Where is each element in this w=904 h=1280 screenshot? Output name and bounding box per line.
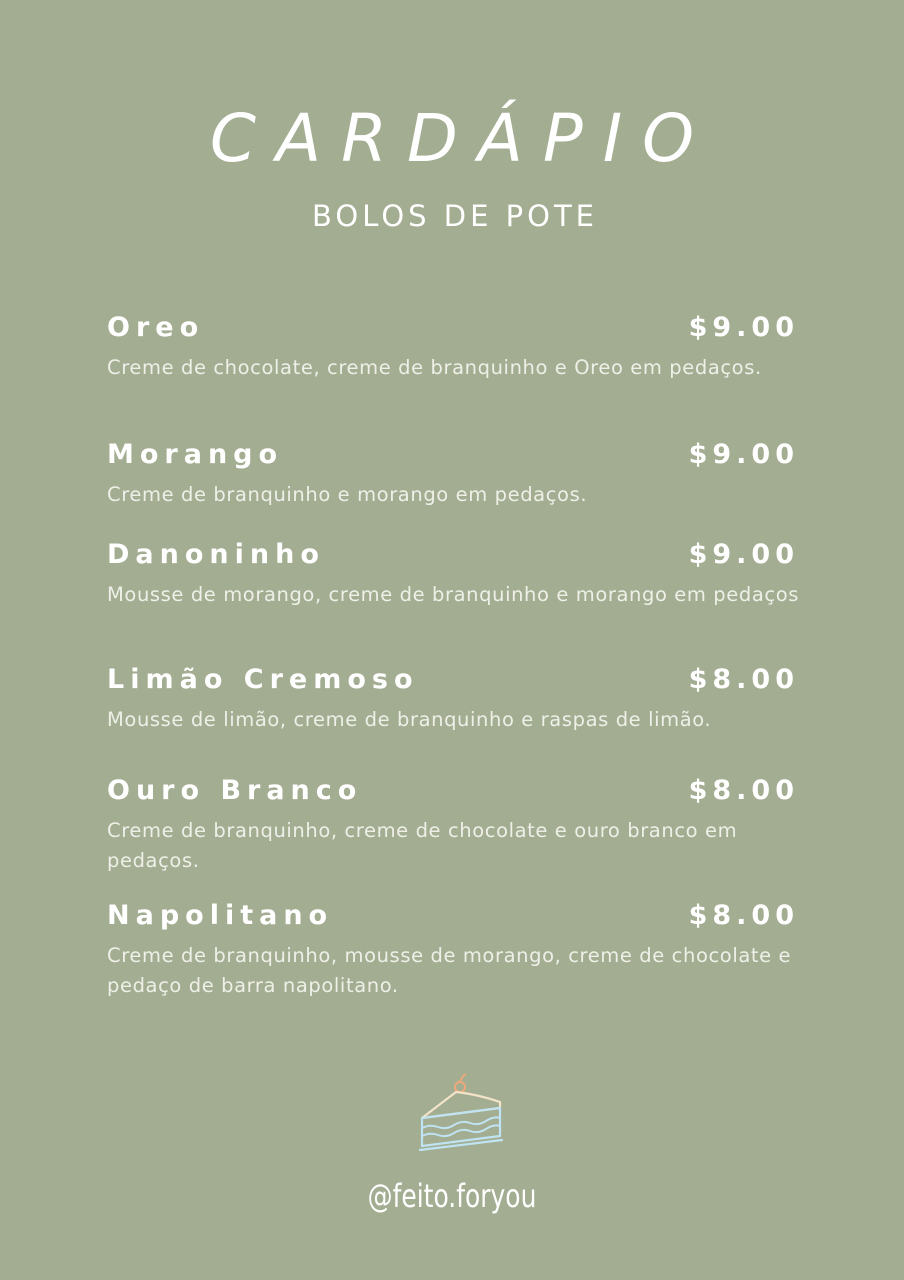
- menu-item: Oreo $9.00 Creme de chocolate, creme de …: [107, 311, 799, 383]
- item-price: $9.00: [688, 312, 799, 343]
- item-name: Napolitano: [107, 900, 334, 931]
- menu-item: Danoninho $9.00 Mousse de morango, creme…: [107, 538, 799, 610]
- page-subtitle: BOLOS DE POTE: [311, 199, 598, 233]
- item-description: Creme de branquinho, creme de chocolate …: [107, 819, 738, 872]
- item-description: Mousse de morango, creme de branquinho e…: [107, 583, 799, 606]
- item-description: Creme de branquinho, mousse de morango, …: [107, 944, 792, 997]
- item-name: Ouro Branco: [107, 775, 363, 806]
- item-name: Limão Cremoso: [107, 664, 419, 695]
- menu-item: Napolitano $8.00 Creme de branquinho, mo…: [107, 899, 799, 1001]
- menu-item: Morango $9.00 Creme de branquinho e mora…: [107, 438, 799, 510]
- item-price: $8.00: [688, 900, 799, 931]
- item-price: $9.00: [688, 539, 799, 570]
- item-price: $9.00: [688, 439, 799, 470]
- menu-item: Ouro Branco $8.00 Creme de branquinho, c…: [107, 774, 799, 876]
- item-name: Danoninho: [107, 539, 325, 570]
- item-price: $8.00: [688, 664, 799, 695]
- cake-slice-icon: [418, 1073, 504, 1152]
- item-name: Oreo: [107, 312, 205, 343]
- menu-item: Limão Cremoso $8.00 Mousse de limão, cre…: [107, 663, 799, 735]
- item-price: $8.00: [688, 775, 799, 806]
- item-name: Morango: [107, 439, 284, 470]
- item-description: Creme de branquinho e morango em pedaços…: [107, 483, 588, 506]
- page-title: CARDÁPIO: [209, 100, 715, 177]
- menu-page: CARDÁPIO BOLOS DE POTE Oreo $9.00 Creme …: [0, 0, 904, 1280]
- social-handle: @feito.foryou: [367, 1177, 537, 1215]
- item-description: Mousse de limão, creme de branquinho e r…: [107, 708, 712, 731]
- item-description: Creme de chocolate, creme de branquinho …: [107, 356, 762, 379]
